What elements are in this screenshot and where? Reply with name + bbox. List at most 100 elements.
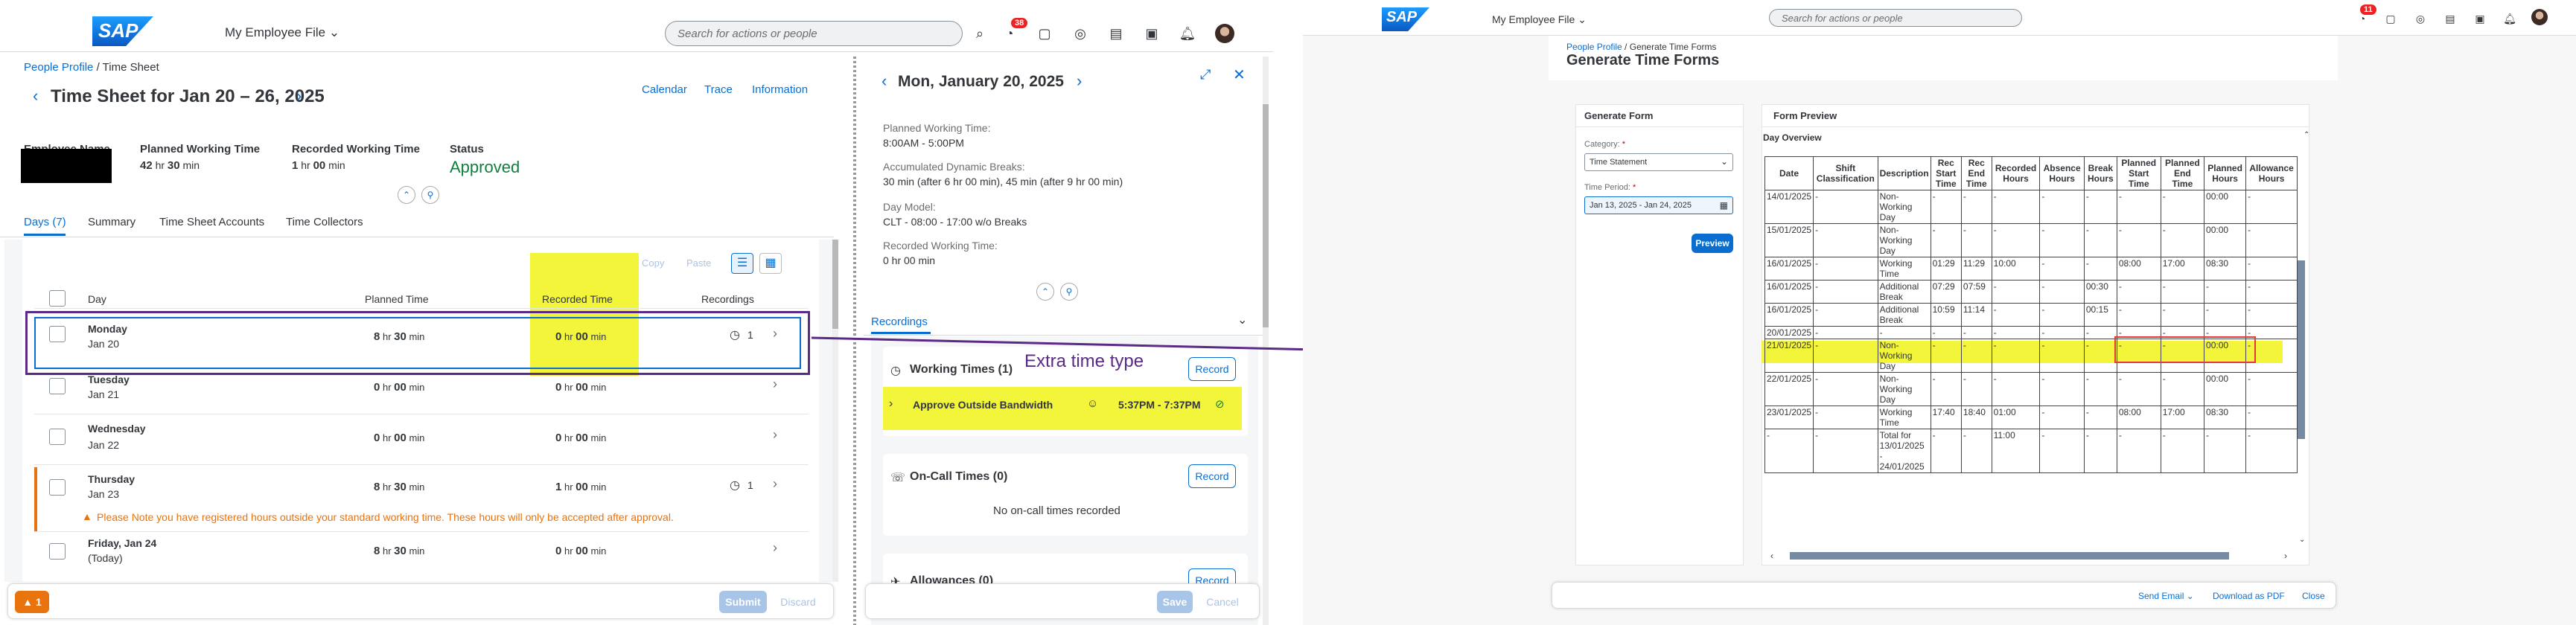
- close-button[interactable]: Close: [2302, 591, 2325, 601]
- information-link[interactable]: Information: [752, 83, 808, 96]
- breadcrumb: People Profile / Time Sheet: [24, 61, 159, 74]
- calendar-link[interactable]: Calendar: [642, 83, 687, 96]
- tab-summary[interactable]: Summary: [88, 216, 136, 228]
- chevron-right-icon[interactable]: ›: [773, 540, 777, 556]
- recorded-time-label: Recorded Working Time:: [883, 240, 998, 251]
- messages-icon[interactable]: ▣: [1144, 25, 1160, 42]
- table-cell: -: [2083, 257, 2117, 281]
- messages-icon[interactable]: ▣: [2472, 10, 2488, 27]
- collapse-header-icon[interactable]: ⌃: [398, 186, 415, 204]
- list-view-icon[interactable]: ☰: [731, 253, 753, 274]
- calendar-icon[interactable]: ▦: [1720, 200, 1728, 211]
- chevron-down-icon[interactable]: ⌄: [1237, 312, 1247, 327]
- bell-icon[interactable]: 🔔︎: [2502, 10, 2518, 27]
- help-icon[interactable]: ◎: [2412, 10, 2429, 27]
- scroll-down-icon[interactable]: ⌄: [2299, 536, 2305, 544]
- column-header: Planned Hours: [2204, 156, 2247, 190]
- recorded-working-time-label: Recorded Working Time: [292, 143, 420, 156]
- breadcrumb-root-link[interactable]: People Profile: [24, 61, 93, 74]
- pin-header-icon[interactable]: ⚲: [421, 186, 439, 204]
- recorded-min: 00: [313, 159, 326, 172]
- vertical-scrollbar-thumb[interactable]: [2298, 260, 2305, 439]
- footer-toolbar: [7, 583, 834, 619]
- row-checkbox[interactable]: [49, 543, 66, 560]
- copy-button[interactable]: Copy: [642, 257, 664, 269]
- paste-button[interactable]: Paste: [686, 257, 711, 269]
- record-on-call-button[interactable]: Record: [1188, 464, 1236, 488]
- scrollbar-thumb[interactable]: [832, 240, 838, 329]
- discard-button[interactable]: Discard: [774, 591, 822, 613]
- scroll-right-icon[interactable]: ›: [2284, 551, 2287, 561]
- breadcrumb-root-link[interactable]: People Profile: [1566, 42, 1622, 52]
- tab-days[interactable]: Days (7): [24, 216, 66, 228]
- sap-logo[interactable]: SAP: [92, 16, 153, 46]
- table-cell: 11:00: [1991, 429, 2041, 473]
- inbox-icon[interactable]: ▤: [2442, 10, 2458, 27]
- preview-button[interactable]: Preview: [1692, 234, 1733, 253]
- cancel-button[interactable]: Cancel: [1199, 591, 1246, 613]
- tab-time-collectors[interactable]: Time Collectors: [286, 216, 363, 228]
- close-icon[interactable]: ✕: [1233, 65, 1246, 84]
- table-cell: -: [2160, 190, 2205, 224]
- search-input[interactable]: Search for actions or people: [665, 21, 963, 46]
- scroll-left-icon[interactable]: ‹: [1770, 551, 1773, 561]
- row-planned: 8 hr 30 min: [374, 545, 424, 557]
- table-cell: 17:40: [1930, 406, 1962, 429]
- calendar-view-icon[interactable]: ▦: [759, 253, 782, 274]
- table-cell: -: [2116, 372, 2161, 406]
- row-checkbox[interactable]: [49, 326, 66, 342]
- help-icon[interactable]: ◎: [1072, 25, 1088, 42]
- table-cell: -: [1991, 223, 2041, 257]
- message-popover-button[interactable]: ▲ 1: [15, 591, 49, 613]
- download-pdf-button[interactable]: Download as PDF: [2213, 591, 2285, 601]
- chevron-right-icon[interactable]: ›: [773, 326, 777, 342]
- prev-week-icon[interactable]: ‹: [33, 86, 38, 106]
- next-day-icon[interactable]: ›: [1077, 71, 1082, 91]
- row-checkbox[interactable]: [49, 479, 66, 496]
- avatar[interactable]: [2531, 9, 2548, 25]
- collapse-detail-header-icon[interactable]: ⌃: [1036, 283, 1054, 301]
- scroll-up-icon[interactable]: ⌃: [2304, 131, 2309, 139]
- time-entry-name[interactable]: Approve Outside Bandwidth: [913, 399, 1053, 411]
- shell-title[interactable]: My Employee File ⌄: [225, 25, 339, 40]
- submit-button[interactable]: Submit: [719, 591, 767, 613]
- chevron-right-icon[interactable]: ›: [889, 397, 893, 411]
- horizontal-scrollbar-thumb[interactable]: [1790, 552, 2229, 560]
- chevron-right-icon[interactable]: ›: [773, 476, 777, 492]
- table-cell: -: [1960, 339, 1992, 373]
- table-row[interactable]: [34, 317, 801, 369]
- avatar[interactable]: [1215, 24, 1234, 43]
- detail-scrollbar-thumb[interactable]: [1263, 104, 1269, 327]
- shell-title[interactable]: My Employee File ⌄: [1492, 13, 1587, 26]
- fullscreen-icon[interactable]: ⤢: [1200, 67, 1211, 83]
- send-email-button[interactable]: Send Email ⌄: [2138, 591, 2194, 601]
- tab-recordings[interactable]: Recordings: [871, 315, 928, 328]
- unit-hr: hr: [382, 331, 392, 342]
- prev-day-icon[interactable]: ‹: [881, 71, 887, 91]
- chat-icon[interactable]: ▢: [2382, 10, 2399, 27]
- chevron-right-icon[interactable]: ›: [773, 427, 777, 443]
- unit-min: min: [409, 545, 425, 557]
- recorded-hr: 0: [555, 432, 562, 444]
- search-input[interactable]: Search for actions or people: [1769, 9, 2022, 27]
- category-select[interactable]: Time Statement ⌄: [1584, 153, 1733, 171]
- time-period-input[interactable]: Jan 13, 2025 - Jan 24, 2025 ▦: [1584, 196, 1733, 214]
- select-all-checkbox[interactable]: [49, 290, 66, 307]
- tab-time-sheet-accounts[interactable]: Time Sheet Accounts: [159, 216, 264, 228]
- search-icon[interactable]: ⌕: [972, 25, 988, 42]
- table-cell: 00:00: [2204, 190, 2247, 224]
- next-week-icon[interactable]: ›: [296, 86, 302, 106]
- table-cell: -: [2245, 303, 2298, 327]
- save-button[interactable]: Save: [1157, 591, 1193, 613]
- table-cell: 01:00: [1991, 406, 2041, 429]
- chat-icon[interactable]: ▢: [1036, 25, 1053, 42]
- inbox-icon[interactable]: ▤: [1108, 25, 1124, 42]
- chevron-right-icon[interactable]: ›: [773, 376, 777, 392]
- row-checkbox[interactable]: [49, 429, 66, 445]
- bell-icon[interactable]: 🔔︎: [1179, 25, 1196, 42]
- table-cell: -: [1813, 326, 1878, 339]
- row-checkbox[interactable]: [49, 378, 66, 394]
- trace-link[interactable]: Trace: [704, 83, 733, 96]
- table-cell: -: [1813, 339, 1878, 373]
- pin-detail-header-icon[interactable]: ⚲: [1060, 283, 1078, 301]
